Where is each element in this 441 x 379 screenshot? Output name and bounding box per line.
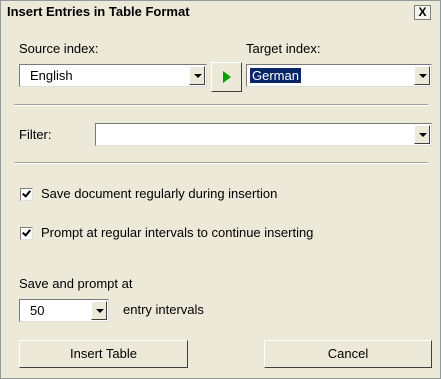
- target-index-select[interactable]: German: [246, 64, 432, 87]
- source-index-label: Source index:: [19, 41, 99, 56]
- insert-table-button[interactable]: Insert Table: [19, 340, 188, 368]
- chevron-down-icon: [96, 309, 104, 313]
- insert-entries-dialog: Insert Entries in Table Format X Source …: [0, 0, 441, 379]
- separator: [14, 104, 428, 106]
- prompt-regularly-label[interactable]: Prompt at regular intervals to continue …: [41, 225, 313, 240]
- interval-value: 50: [30, 303, 45, 318]
- chevron-down-icon: [419, 74, 427, 78]
- checkmark-icon: [22, 188, 31, 198]
- cancel-button[interactable]: Cancel: [264, 340, 432, 368]
- target-dropdown-button[interactable]: [414, 66, 430, 85]
- title-bar: Insert Entries in Table Format X: [1, 1, 440, 23]
- chevron-down-icon: [419, 133, 427, 137]
- target-index-label: Target index:: [246, 41, 321, 56]
- save-regularly-label[interactable]: Save document regularly during insertion: [41, 186, 277, 201]
- filter-select[interactable]: [95, 123, 432, 146]
- save-regularly-checkbox[interactable]: [20, 188, 33, 201]
- interval-label: Save and prompt at: [19, 276, 133, 291]
- checkmark-icon: [22, 227, 31, 237]
- play-arrow-icon: [223, 71, 231, 83]
- filter-label: Filter:: [19, 127, 52, 142]
- filter-dropdown-button[interactable]: [414, 125, 430, 144]
- interval-dropdown-button[interactable]: [91, 301, 107, 320]
- window-title: Insert Entries in Table Format: [7, 4, 190, 19]
- interval-select[interactable]: 50: [19, 299, 109, 322]
- target-index-value: German: [249, 67, 302, 84]
- source-dropdown-button[interactable]: [189, 66, 205, 85]
- source-index-value: English: [30, 68, 73, 83]
- chevron-down-icon: [194, 74, 202, 78]
- source-index-select[interactable]: English: [19, 64, 207, 87]
- close-button[interactable]: X: [414, 5, 431, 20]
- copy-to-target-button[interactable]: [211, 62, 242, 92]
- separator: [14, 162, 428, 164]
- prompt-regularly-checkbox[interactable]: [20, 227, 33, 240]
- interval-suffix: entry intervals: [123, 302, 204, 317]
